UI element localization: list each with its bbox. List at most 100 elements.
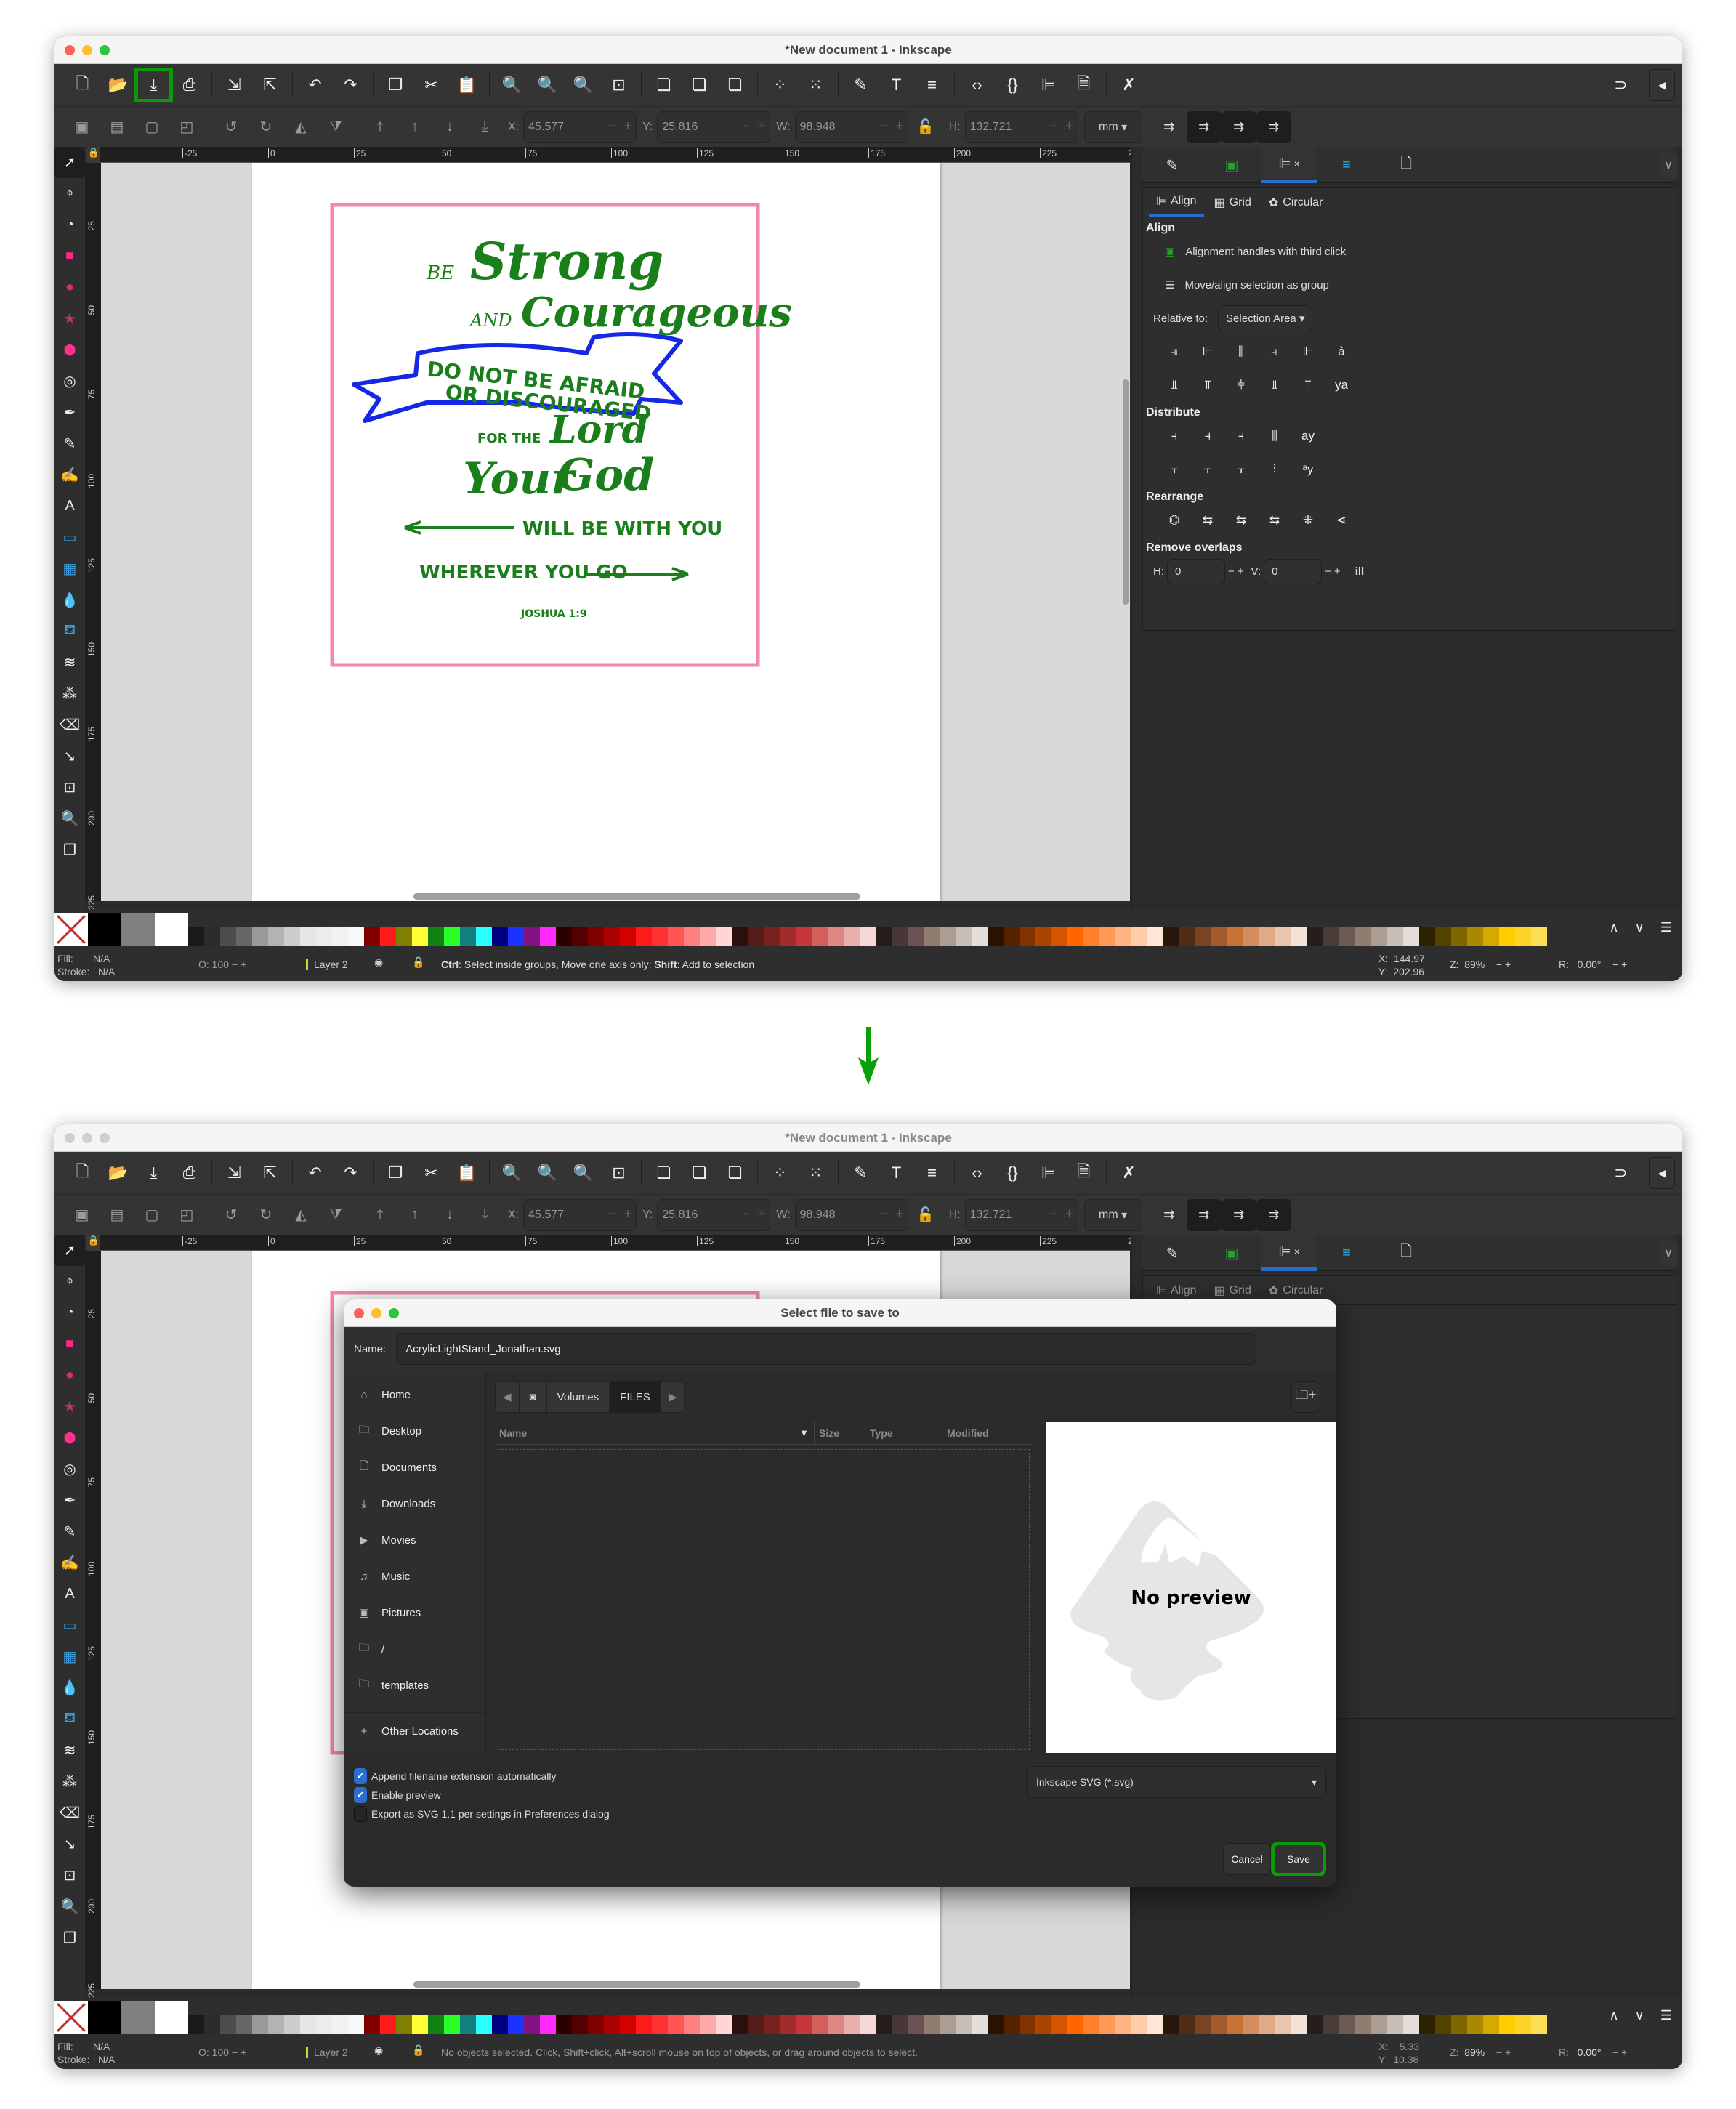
palette-swatch[interactable]	[1483, 2015, 1499, 2034]
palette-swatch[interactable]	[476, 927, 492, 946]
palette-swatch[interactable]	[1323, 2015, 1339, 2034]
palette-swatch[interactable]	[844, 2015, 860, 2034]
place-home[interactable]: ⌂ Home	[344, 1376, 485, 1413]
palette-swatch[interactable]	[716, 2015, 732, 2034]
palette-swatch[interactable]	[1147, 2015, 1163, 2034]
ungroup-icon[interactable]: ⁙	[798, 69, 833, 101]
palette-swatch[interactable]	[316, 927, 332, 946]
palette-swatch[interactable]	[1531, 927, 1547, 946]
layer-indicator[interactable]: Layer 2	[314, 959, 348, 970]
palette-swatch[interactable]	[1435, 927, 1451, 946]
raise-top-icon[interactable]: ⤒	[363, 111, 397, 143]
palette-swatch[interactable]	[732, 2015, 748, 2034]
file-type-select[interactable]: Inkscape SVG (*.svg) ▾	[1027, 1766, 1326, 1798]
palette-swatch[interactable]	[396, 927, 412, 946]
palette-up-icon[interactable]: ∧	[1609, 2008, 1618, 2023]
palette-swatch[interactable]	[1067, 927, 1083, 946]
swatch-gray[interactable]	[121, 913, 155, 946]
layer-indicator[interactable]: Layer 2	[314, 2047, 348, 2058]
center-vertical-axis-icon[interactable]: ⫼	[1232, 344, 1251, 359]
palette-swatch[interactable]	[1387, 927, 1403, 946]
palette-swatch[interactable]	[524, 927, 540, 946]
path-files[interactable]: FILES	[610, 1382, 661, 1412]
text-tool-icon[interactable]: A	[54, 1578, 85, 1610]
palette-swatch[interactable]	[1483, 927, 1499, 946]
palette-swatch[interactable]	[876, 2015, 892, 2034]
palette-swatch[interactable]	[1243, 2015, 1259, 2034]
palette-swatch[interactable]	[1259, 2015, 1275, 2034]
rotate-ccw-icon[interactable]: ↺	[214, 1199, 249, 1231]
palette-swatch[interactable]	[716, 927, 732, 946]
w-field[interactable]: W: 98.948− +	[776, 1198, 908, 1231]
palette-swatch[interactable]	[1083, 927, 1099, 946]
palette-swatch[interactable]	[364, 927, 380, 946]
selector-tool-icon[interactable]: ➚	[54, 147, 85, 178]
palette-swatch[interactable]	[604, 2015, 620, 2034]
opacity-field[interactable]: 100	[212, 959, 229, 970]
spiral-tool-icon[interactable]: ◎	[54, 366, 85, 397]
measure-tool-icon[interactable]: ⊡	[54, 772, 85, 803]
zoom-tool-icon[interactable]: 🔍	[54, 803, 85, 834]
palette-up-icon[interactable]: ∧	[1609, 920, 1618, 935]
place-movies[interactable]: ▶ Movies	[344, 1522, 485, 1558]
palette-swatch[interactable]	[668, 2015, 684, 2034]
palette-swatch[interactable]	[764, 2015, 780, 2034]
dialog-minimize-button[interactable]	[371, 1308, 381, 1318]
palette-swatch[interactable]	[508, 927, 524, 946]
dropper-tool-icon[interactable]: 💧	[54, 1672, 85, 1703]
palette-menu-icon[interactable]: ☰	[1660, 920, 1672, 935]
palette-swatch[interactable]	[300, 2015, 316, 2034]
swatch-none[interactable]	[54, 2001, 88, 2034]
overlap-h-field[interactable]: 0	[1167, 558, 1225, 584]
layers-icon[interactable]: ≡	[914, 1157, 950, 1189]
palette-swatch[interactable]	[1051, 2015, 1067, 2034]
palette-swatch[interactable]	[268, 927, 284, 946]
rotate-cw-icon[interactable]: ↻	[249, 1199, 283, 1231]
export-icon[interactable]: ⇱	[252, 69, 288, 101]
gradient-tool-icon[interactable]: ▭	[54, 522, 85, 553]
palette-swatch[interactable]	[476, 2015, 492, 2034]
palette-swatch[interactable]	[1099, 2015, 1115, 2034]
palette-swatch[interactable]	[1467, 2015, 1483, 2034]
exchange-z-order-icon[interactable]: ⇆	[1232, 513, 1251, 528]
print-icon[interactable]: ⎙	[171, 69, 207, 101]
palette-swatch[interactable]	[988, 2015, 1004, 2034]
h-field[interactable]: H: 132.721− +	[949, 110, 1078, 143]
lower-icon[interactable]: ↓	[432, 1199, 467, 1231]
select-all-layers-icon[interactable]: ▤	[100, 1199, 134, 1231]
palette-swatch[interactable]	[908, 927, 924, 946]
distribute-vgaps-icon[interactable]: ⫶	[1265, 462, 1284, 477]
palette-swatch[interactable]	[1099, 927, 1115, 946]
touch-select-icon[interactable]: ◰	[169, 1199, 204, 1231]
palette-swatch[interactable]	[748, 927, 764, 946]
fill-indicator[interactable]: N/A	[93, 953, 110, 964]
palette-swatch[interactable]	[1131, 2015, 1147, 2034]
tweak-tool-icon[interactable]: ≋	[54, 647, 85, 678]
palette-swatch[interactable]	[252, 927, 268, 946]
remove-overlaps-icon[interactable]: ill	[1355, 565, 1365, 578]
palette-swatch[interactable]	[1515, 927, 1531, 946]
palette-swatch[interactable]	[1355, 2015, 1371, 2034]
drive-icon[interactable]: ◙	[519, 1382, 547, 1412]
zoom-drawing-icon[interactable]: 🔍	[530, 69, 565, 101]
palette-swatch[interactable]	[572, 927, 588, 946]
document-properties-icon[interactable]: 🗎	[1066, 69, 1102, 101]
zoom-tool-icon[interactable]: 🔍	[54, 1891, 85, 1922]
palette-swatch[interactable]	[844, 927, 860, 946]
plus-icon[interactable]: +	[1334, 565, 1341, 578]
palette-swatch[interactable]	[1195, 2015, 1211, 2034]
zoom-page-icon[interactable]: 🔍	[565, 69, 601, 101]
maximize-window-button[interactable]	[100, 1133, 110, 1143]
tab-fill-stroke[interactable]: ✎	[1142, 1235, 1202, 1271]
visibility-icon[interactable]: ◉	[374, 956, 383, 969]
dialog-maximize-button[interactable]	[389, 1308, 399, 1318]
clone-icon[interactable]: ❏	[682, 1157, 717, 1189]
undo-icon[interactable]: ↶	[297, 69, 333, 101]
palette-swatch[interactable]	[1115, 2015, 1131, 2034]
palette-swatch[interactable]	[924, 927, 940, 946]
exchange-clockwise-icon[interactable]: ⇆	[1265, 513, 1284, 528]
y-field[interactable]: Y: 25.816− +	[642, 1198, 771, 1231]
palette-swatch[interactable]	[1403, 927, 1419, 946]
raise-icon[interactable]: ↑	[397, 111, 432, 143]
palette-swatch[interactable]	[556, 927, 572, 946]
